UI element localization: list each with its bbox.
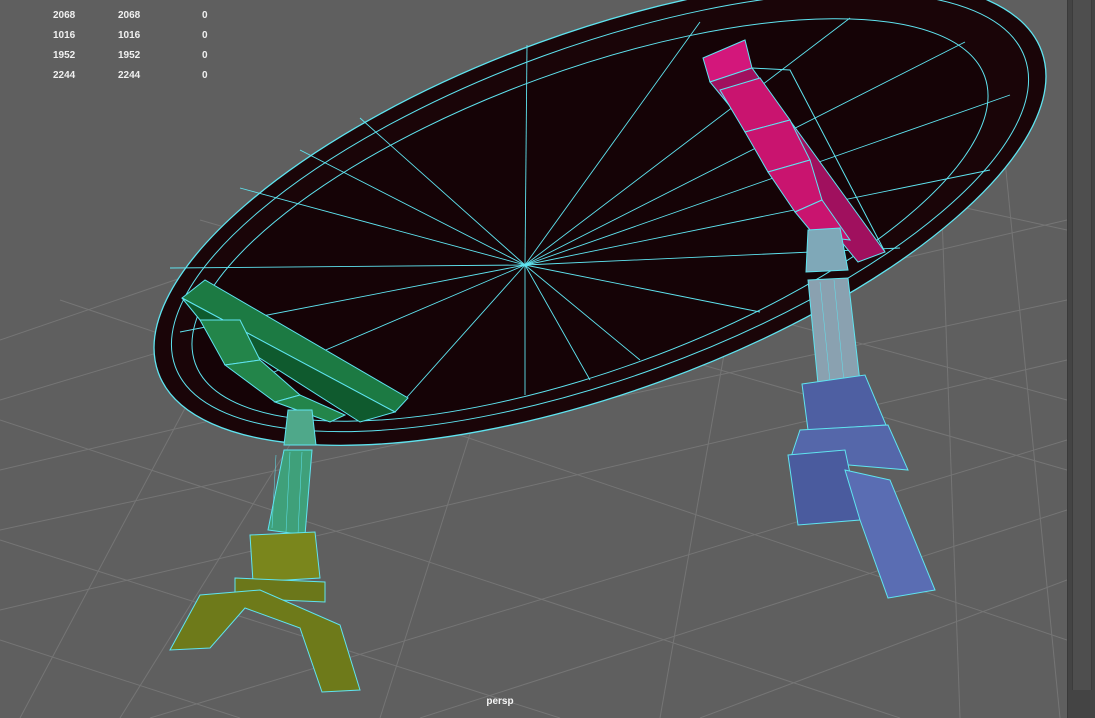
hud-value: 2068 bbox=[118, 10, 141, 21]
hud-value: 2244 bbox=[118, 70, 141, 81]
tabletop-mesh[interactable] bbox=[97, 0, 1067, 542]
side-panel-strip[interactable] bbox=[1072, 0, 1092, 690]
camera-label: persp bbox=[486, 696, 514, 707]
hud-value: 1016 bbox=[53, 30, 76, 41]
hud-value: 0 bbox=[202, 50, 208, 61]
viewport-persp[interactable]: 2068 2068 0 1016 1016 0 1952 1952 0 2244… bbox=[0, 0, 1067, 718]
hud-value: 2244 bbox=[53, 70, 76, 81]
hud-value: 1016 bbox=[118, 30, 141, 41]
side-panel[interactable] bbox=[1067, 0, 1095, 718]
hud-value: 1952 bbox=[53, 50, 76, 61]
hud-value: 0 bbox=[202, 70, 208, 81]
olive-leg-mesh[interactable] bbox=[169, 409, 361, 693]
hud-value: 2068 bbox=[53, 10, 76, 21]
hud-value: 0 bbox=[202, 10, 208, 21]
scene-3d[interactable] bbox=[0, 0, 1067, 718]
hud-value: 0 bbox=[202, 30, 208, 41]
hud-value: 1952 bbox=[118, 50, 141, 61]
